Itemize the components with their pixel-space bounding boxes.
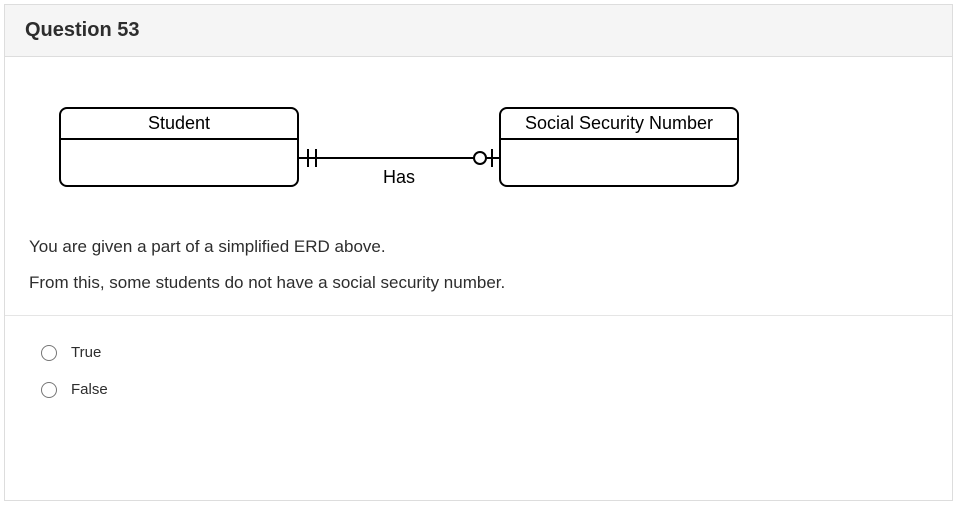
- radio-true[interactable]: [41, 345, 57, 361]
- radio-false[interactable]: [41, 382, 57, 398]
- erd-cardinality-left-tick2-icon: [315, 149, 317, 167]
- erd-relationship-label: Has: [299, 167, 499, 188]
- question-body: Student Has Social Security Number You a…: [5, 57, 952, 500]
- erd-entity-student: Student: [59, 107, 299, 187]
- answer-option-false[interactable]: False: [41, 371, 928, 408]
- question-title: Question 53: [25, 19, 139, 42]
- erd-relationship-line: [299, 157, 499, 159]
- question-text: You are given a part of a simplified ERD…: [29, 237, 928, 293]
- question-header: Question 53: [5, 5, 952, 57]
- erd-entity-ssn-name: Social Security Number: [501, 109, 737, 140]
- erd-entity-ssn: Social Security Number: [499, 107, 739, 187]
- answer-label-true: True: [71, 344, 101, 361]
- erd-cardinality-left-tick-icon: [307, 149, 309, 167]
- erd-entity-ssn-body: [501, 140, 737, 185]
- erd-diagram: Student Has Social Security Number: [59, 107, 928, 207]
- erd-entity-student-name: Student: [61, 109, 297, 140]
- erd-entity-student-body: [61, 140, 297, 185]
- answer-options: True False: [29, 316, 928, 408]
- question-text-line2: From this, some students do not have a s…: [29, 273, 928, 293]
- answer-label-false: False: [71, 381, 108, 398]
- question-text-line1: You are given a part of a simplified ERD…: [29, 237, 928, 257]
- erd-cardinality-right-circle-icon: [473, 151, 487, 165]
- question-card: Question 53 Student Has Social Security …: [4, 4, 953, 501]
- erd-cardinality-right-tick-icon: [491, 149, 493, 167]
- answer-option-true[interactable]: True: [41, 334, 928, 371]
